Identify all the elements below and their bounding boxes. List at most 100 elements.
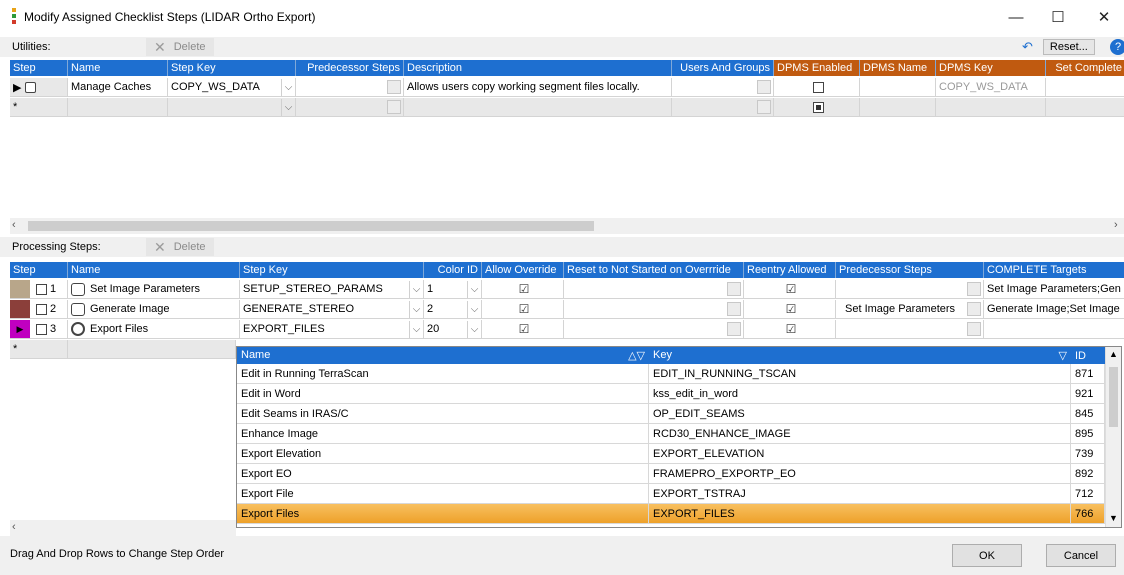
chevron-down-icon[interactable]: ⌵ [281, 98, 295, 116]
utilities-delete-button[interactable]: ✕ Delete [146, 38, 214, 56]
cell-users-groups[interactable] [672, 98, 774, 117]
col-name[interactable]: Name [68, 60, 168, 76]
processing-delete-button[interactable]: ✕ Delete [146, 238, 214, 256]
cell-name[interactable]: Set Image Parameters [68, 280, 240, 299]
ellipsis-button[interactable] [967, 322, 981, 336]
sort-filter-icon[interactable]: △▽ [628, 349, 645, 362]
col-reentry-allowed[interactable]: Reentry Allowed [744, 262, 836, 278]
cell-reset-not-started[interactable] [564, 320, 744, 339]
cell-dpms-name[interactable] [860, 78, 936, 97]
cell-predecessor[interactable]: Set Image Parameters [836, 300, 984, 319]
scroll-up-icon[interactable]: ▲ [1109, 349, 1118, 359]
cell-name[interactable]: Export Files [68, 320, 240, 339]
step-key-select[interactable]: ⌵ [168, 98, 296, 117]
reentry-allowed-checkbox[interactable]: ☑ [744, 280, 836, 299]
allow-override-checkbox[interactable]: ☑ [482, 320, 564, 339]
step-key-select[interactable]: SETUP_STEREO_PARAMS ⌵ [240, 280, 424, 299]
dropdown-vscrollbar[interactable]: ▲ ▼ [1105, 347, 1121, 527]
cell-reset-not-started[interactable] [564, 300, 744, 319]
color-id-select[interactable]: 20 ⌵ [424, 320, 482, 339]
ellipsis-button[interactable] [757, 80, 771, 94]
help-icon[interactable]: ? [1110, 39, 1124, 55]
reentry-allowed-checkbox[interactable]: ☑ [744, 300, 836, 319]
ellipsis-button[interactable] [727, 282, 741, 296]
reset-button[interactable]: ↶ Reset... [1022, 39, 1095, 55]
col-allow-override[interactable]: Allow Override [482, 262, 564, 278]
col-predecessor[interactable]: Predecessor Steps [836, 262, 984, 278]
ellipsis-button[interactable] [727, 322, 741, 336]
col-dpms-key[interactable]: DPMS Key [936, 60, 1046, 76]
col-reset-not-started[interactable]: Reset to Not Started on Overrride [564, 262, 744, 278]
list-item[interactable]: Export Elevation EXPORT_ELEVATION 739 [237, 444, 1121, 464]
maximize-button[interactable]: ☐ [1040, 4, 1076, 30]
dpms-enabled-checkbox[interactable] [812, 101, 824, 113]
step-key-dropdown[interactable]: Name △▽ Key ▽ ID Edit in Running TerraScan… [236, 346, 1122, 528]
chevron-down-icon[interactable]: ⌵ [467, 320, 481, 338]
list-item[interactable]: Edit in Running TerraScan EDIT_IN_RUNNING… [237, 364, 1121, 384]
cell-name[interactable] [68, 340, 236, 359]
list-item[interactable]: Edit in Word kss_edit_in_word 921 [237, 384, 1121, 404]
list-item[interactable]: Export File EXPORT_TSTRAJ 712 [237, 484, 1121, 504]
color-id-select[interactable]: 1 ⌵ [424, 280, 482, 299]
ellipsis-button[interactable] [727, 302, 741, 316]
cell-set-complete[interactable] [1046, 98, 1124, 117]
cell-complete-targets[interactable]: Set Image Parameters;Gen [984, 280, 1124, 299]
cell-complete-targets[interactable]: Generate Image;Set Image [984, 300, 1124, 319]
scroll-thumb[interactable] [28, 221, 594, 231]
chevron-down-icon[interactable]: ⌵ [467, 300, 481, 318]
ellipsis-button[interactable] [967, 282, 981, 296]
dd-col-key[interactable]: Key ▽ [649, 349, 1071, 362]
col-predecessor[interactable]: Predecessor Steps [296, 60, 404, 76]
row-selector[interactable]: ▶ [10, 78, 68, 97]
close-button[interactable]: ✕ [1086, 4, 1122, 30]
new-row[interactable]: * ⌵ [10, 98, 1124, 117]
scroll-right-icon[interactable]: › [1114, 219, 1118, 231]
cell-users-groups[interactable] [672, 78, 774, 97]
col-dpms-enabled[interactable]: DPMS Enabled [774, 60, 860, 76]
cell-predecessor[interactable] [296, 98, 404, 117]
table-row[interactable]: 2 Generate Image GENERATE_STEREO ⌵ 2 ⌵ ☑ ☑… [10, 300, 1124, 319]
cell-name[interactable]: Manage Caches [68, 78, 168, 97]
chevron-down-icon[interactable]: ⌵ [467, 280, 481, 298]
cell-name[interactable]: Generate Image [68, 300, 240, 319]
cell-dpms-enabled[interactable] [774, 78, 860, 97]
table-row[interactable]: 1 Set Image Parameters SETUP_STEREO_PARA… [10, 280, 1124, 299]
cell-description[interactable] [404, 98, 672, 117]
cell-dpms-key[interactable] [936, 98, 1046, 117]
cell-predecessor[interactable] [836, 320, 984, 339]
col-step[interactable]: Step [10, 262, 68, 278]
scroll-down-icon[interactable]: ▼ [1109, 513, 1118, 523]
cell-complete-targets[interactable] [984, 320, 1124, 339]
cell-predecessor[interactable] [836, 280, 984, 299]
list-item-selected[interactable]: Export Files EXPORT_FILES 766 [237, 504, 1121, 524]
col-description[interactable]: Description [404, 60, 672, 76]
cancel-button[interactable]: Cancel [1046, 544, 1116, 567]
col-color-id[interactable]: Color ID [424, 262, 482, 278]
ellipsis-button[interactable] [967, 302, 981, 316]
row-selector[interactable]: ▶ 3 [10, 320, 68, 339]
ok-button[interactable]: OK [952, 544, 1022, 567]
reentry-allowed-checkbox[interactable]: ☑ [744, 320, 836, 339]
table-row[interactable]: ▶ Manage Caches COPY_WS_DATA ⌵ Allows use… [10, 78, 1124, 97]
allow-override-checkbox[interactable]: ☑ [482, 280, 564, 299]
dpms-enabled-checkbox[interactable] [812, 81, 824, 93]
ellipsis-button[interactable] [757, 100, 771, 114]
chevron-down-icon[interactable]: ⌵ [281, 78, 295, 96]
processing-hscrollbar[interactable]: ‹ [10, 520, 236, 536]
minimize-button[interactable]: — [998, 4, 1034, 30]
color-id-select[interactable]: 2 ⌵ [424, 300, 482, 319]
step-key-select[interactable]: COPY_WS_DATA ⌵ [168, 78, 296, 97]
col-step-key[interactable]: Step Key [240, 262, 424, 278]
row-selector[interactable]: 2 [10, 300, 68, 319]
chevron-down-icon[interactable]: ⌵ [409, 280, 423, 298]
cell-name[interactable] [68, 98, 168, 117]
cell-set-complete[interactable] [1046, 78, 1124, 97]
chevron-down-icon[interactable]: ⌵ [409, 300, 423, 318]
col-step-key[interactable]: Step Key [168, 60, 296, 76]
cell-description[interactable]: Allows users copy working segment files … [404, 78, 672, 97]
cell-dpms-enabled[interactable] [774, 98, 860, 117]
col-dpms-name[interactable]: DPMS Name [860, 60, 936, 76]
list-item[interactable]: Export EO FRAMEPRO_EXPORTP_EO 892 [237, 464, 1121, 484]
cell-dpms-key[interactable]: COPY_WS_DATA [936, 78, 1046, 97]
step-key-select[interactable]: GENERATE_STEREO ⌵ [240, 300, 424, 319]
